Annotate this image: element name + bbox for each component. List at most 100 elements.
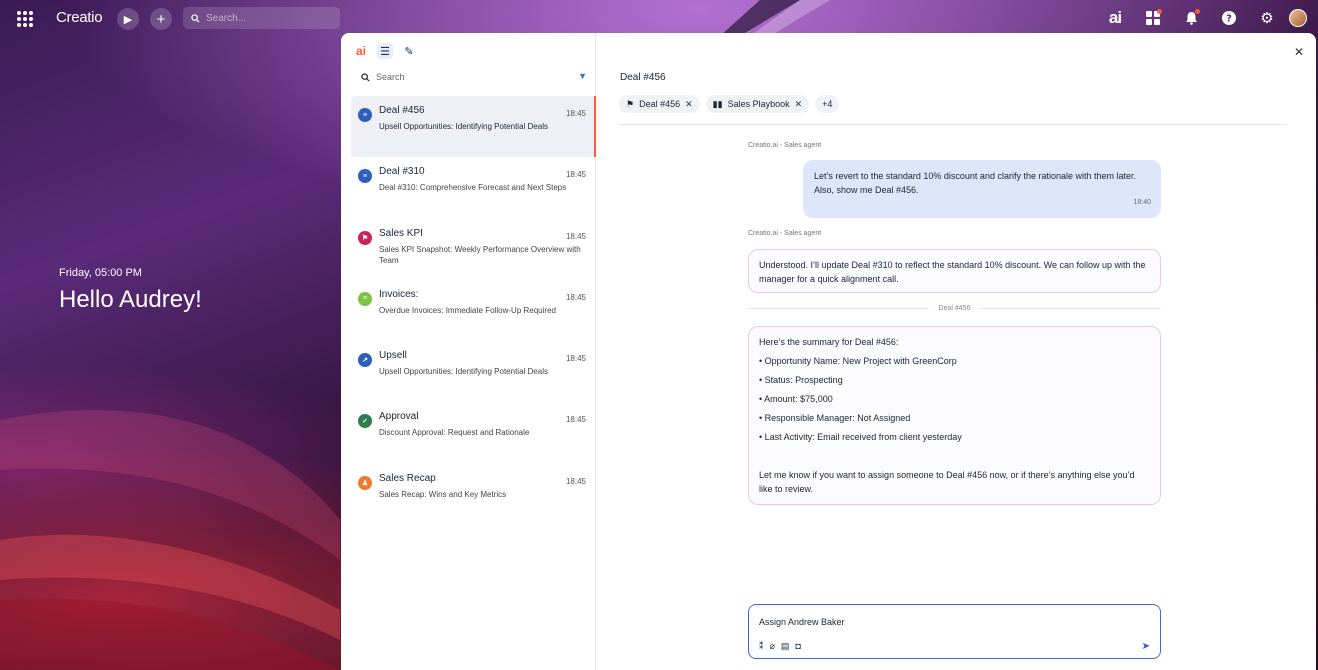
help-icon: ?: [1222, 11, 1236, 25]
conversation-title: Invoices:: [379, 288, 419, 300]
chip-label: Deal #456: [639, 99, 681, 109]
global-search[interactable]: [183, 7, 340, 29]
conversation-title: Deal #456: [379, 105, 425, 116]
user-message: Let’s revert to the standard 10% discoun…: [803, 160, 1161, 218]
chat-area: Deal #456 ⚑ Deal #456 ✕ ▮▮ Sales Playboo…: [597, 33, 1316, 670]
search-icon: [191, 13, 200, 23]
add-button[interactable]: +: [150, 8, 172, 30]
global-search-input[interactable]: [206, 12, 326, 24]
top-right-actions: ai ? ⚙: [1096, 7, 1310, 29]
message-composer: ⁑ ⌀ ▤ ◘ ➤: [748, 604, 1161, 659]
agent-message-text: Understood. I’ll update Deal #310 to ref…: [759, 260, 1146, 284]
summary-line: • Opportunity Name: New Project with Gre…: [759, 356, 957, 366]
creatio-logo[interactable]: Creatio: [56, 9, 103, 26]
sidebar-toolbar: ai ☰ ✎: [353, 43, 417, 59]
upsell-icon: ↗: [358, 353, 372, 368]
chip-more[interactable]: +4: [815, 95, 840, 113]
new-chat-icon[interactable]: ✎: [401, 43, 417, 59]
conversation-search-input[interactable]: [376, 72, 566, 82]
conversation-sidebar: ai ☰ ✎ ▼ ≡ Deal #456 18:45 Upsell Opport…: [341, 33, 596, 670]
recap-icon: ♟: [358, 475, 372, 490]
book-icon: ▮▮: [712, 98, 723, 109]
ai-button[interactable]: ai: [1096, 7, 1134, 29]
flag-icon: ⚑: [626, 98, 635, 109]
approval-icon: ✓: [358, 414, 372, 429]
list-view-icon[interactable]: ☰: [377, 43, 393, 59]
apps-grid-icon[interactable]: [17, 11, 33, 27]
summary-message: Here’s the summary for Deal #456: • Oppo…: [748, 326, 1161, 505]
chip-label: Sales Playbook: [727, 99, 790, 109]
conversation-subtitle: Sales Recap: Wins and Key Metrics: [379, 489, 507, 499]
conversation-title: Sales Recap: [379, 472, 436, 484]
deal-icon: ≡: [358, 108, 372, 122]
profile-button[interactable]: [1286, 7, 1310, 29]
conversation-item[interactable]: ⚑ Sales KPI 18:45 Sales KPI Snapshot: We…: [351, 219, 596, 280]
summary-intro: Here’s the summary for Deal #456:: [759, 337, 899, 347]
conversation-subtitle: Deal #310: Comprehensive Forecast and Ne…: [379, 183, 567, 193]
greeting-date: Friday, 05:00 PM: [59, 267, 142, 279]
send-icon[interactable]: ➤: [1142, 641, 1150, 652]
summary-line: • Status: Prospecting: [759, 375, 843, 385]
sender-label: Creatio.ai - Sales agent: [748, 142, 822, 149]
chip-playbook[interactable]: ▮▮ Sales Playbook ✕: [705, 95, 810, 113]
agent-message: Understood. I’ll update Deal #310 to ref…: [748, 249, 1161, 293]
play-button[interactable]: ▶: [117, 8, 139, 30]
invoice-icon: ≡: [358, 291, 372, 306]
conversation-item[interactable]: ≡ Deal #310 18:45 Deal #310: Comprehensi…: [351, 157, 596, 218]
conversation-item[interactable]: ♟ Sales Recap 18:45 Sales Recap: Wins an…: [351, 464, 596, 525]
avatar: [1289, 9, 1307, 27]
separator-label: Deal #456: [938, 304, 971, 312]
context-chips: ⚑ Deal #456 ✕ ▮▮ Sales Playbook ✕ +4: [619, 95, 840, 113]
conversation-time: 18:45: [565, 109, 586, 118]
composer-tools: ⁑ ⌀ ▤ ◘: [759, 641, 801, 652]
search-icon: [361, 72, 370, 82]
top-bar: Creatio ▶ + ai ? ⚙: [0, 0, 1318, 36]
message-input[interactable]: [759, 617, 1139, 627]
conversation-title: Sales KPI: [379, 227, 423, 239]
conversation-time: 18:45: [565, 231, 586, 241]
user-message-text: Let’s revert to the standard 10% discoun…: [814, 171, 1137, 195]
chip-deal[interactable]: ⚑ Deal #456 ✕: [619, 95, 700, 113]
conversation-subtitle: Upsell Opportunities: Identifying Potent…: [379, 122, 548, 131]
flag-icon: ⚑: [358, 230, 372, 245]
conversation-time: 18:45: [565, 292, 586, 302]
gear-icon: ⚙: [1260, 10, 1274, 27]
notification-dot: [1157, 9, 1162, 14]
notification-dot: [1195, 9, 1200, 14]
sender-label: Creatio.ai - Sales agent: [748, 230, 822, 237]
plus-icon: +: [156, 10, 166, 28]
conversation-item[interactable]: ✓ Approval 18:45 Discount Approval: Requ…: [351, 402, 596, 463]
conversation-subtitle: Discount Approval: Request and Rationale: [379, 428, 530, 438]
summary-line: • Amount: $75,000: [759, 394, 833, 404]
summary-line: • Responsible Manager: Not Assigned: [759, 413, 911, 423]
conversation-time: 18:45: [565, 170, 586, 180]
play-icon: ▶: [123, 13, 133, 26]
ai-home-icon[interactable]: ai: [353, 43, 369, 59]
close-icon[interactable]: ✕: [685, 99, 693, 110]
template-icon[interactable]: ◘: [795, 641, 800, 652]
conversation-item[interactable]: ↗ Upsell 18:45 Upsell Opportunities: Ide…: [351, 341, 596, 402]
svg-text:?: ?: [1226, 14, 1232, 25]
chat-title: Deal #456: [620, 72, 666, 83]
conversation-title: Upsell: [379, 350, 407, 362]
conversation-list: ≡ Deal #456 18:45 Upsell Opportunities: …: [351, 96, 596, 525]
apps-button[interactable]: [1134, 7, 1172, 29]
conversation-time: 18:45: [565, 476, 586, 486]
conversation-subtitle: Sales KPI Snapshot: Weekly Performance O…: [379, 244, 581, 265]
conversation-item[interactable]: ≡ Deal #456 18:45 Upsell Opportunities: …: [351, 96, 596, 158]
filter-icon[interactable]: ▼: [578, 71, 587, 81]
table-icon[interactable]: ▤: [781, 641, 790, 652]
conversation-subtitle: Upsell Opportunities: Identifying Potent…: [379, 367, 548, 377]
help-button[interactable]: ?: [1210, 7, 1248, 29]
conversation-time: 18:45: [565, 415, 586, 425]
settings-button[interactable]: ⚙: [1248, 7, 1286, 29]
close-icon[interactable]: ✕: [795, 99, 803, 110]
ai-chat-panel: ✕ ai ☰ ✎ ▼ ≡ Deal #456 18:45 Upsell Oppo…: [341, 33, 1316, 670]
conversation-time: 18:45: [565, 354, 586, 364]
ai-logo-icon: ai: [1108, 8, 1122, 27]
conversation-search[interactable]: [361, 70, 589, 84]
notifications-button[interactable]: [1172, 7, 1210, 29]
mention-icon[interactable]: ⁑: [759, 641, 764, 652]
conversation-item[interactable]: ≡ Invoices: 18:45 Overdue Invoices: Imme…: [351, 280, 596, 341]
attach-icon[interactable]: ⌀: [770, 641, 775, 652]
